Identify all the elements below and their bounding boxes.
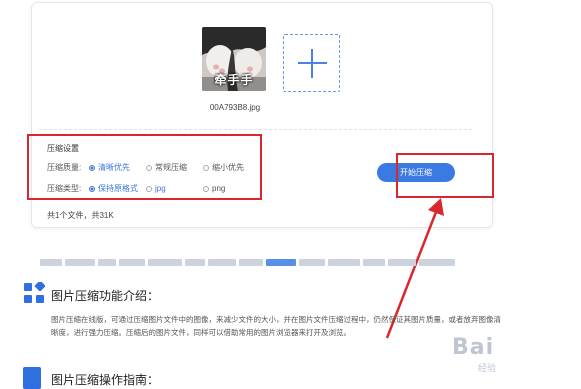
tab[interactable] bbox=[98, 259, 116, 266]
watermark-text: Bai bbox=[452, 335, 495, 360]
file-count: 共1个文件，共31K bbox=[47, 211, 114, 220]
tab[interactable] bbox=[388, 259, 416, 266]
tab[interactable] bbox=[239, 259, 263, 266]
apps-grid-icon bbox=[24, 282, 45, 303]
tab-strip bbox=[40, 259, 480, 266]
tab[interactable] bbox=[185, 259, 205, 266]
divider bbox=[39, 129, 472, 130]
tab[interactable] bbox=[299, 259, 325, 266]
section-title-intro: 图片压缩功能介绍： bbox=[51, 289, 160, 303]
annotation-box-button bbox=[396, 153, 494, 198]
tab[interactable] bbox=[148, 259, 182, 266]
book-icon bbox=[23, 367, 41, 389]
thumbnail-caption: 牵手手 bbox=[214, 73, 254, 87]
image-thumbnail[interactable]: 牵手手 bbox=[202, 27, 266, 91]
tab[interactable] bbox=[208, 259, 236, 266]
file-name: 00A793B8.jpg bbox=[209, 103, 261, 112]
watermark-sub: 经验 bbox=[478, 363, 497, 373]
tab[interactable] bbox=[40, 259, 62, 266]
add-image-button[interactable] bbox=[283, 34, 340, 92]
tab-active[interactable] bbox=[266, 259, 296, 266]
section-title-guide: 图片压缩操作指南： bbox=[51, 373, 160, 387]
tab[interactable] bbox=[119, 259, 145, 266]
tab[interactable] bbox=[363, 259, 385, 266]
section-body-intro: 图片压缩在线版，可通过压缩图片文件中的图像，来减少文件的大小，并在图片文件压缩过… bbox=[51, 315, 501, 337]
tab[interactable] bbox=[419, 259, 455, 266]
annotation-box-settings bbox=[27, 134, 262, 200]
tab[interactable] bbox=[65, 259, 95, 266]
tab[interactable] bbox=[328, 259, 360, 266]
page: 牵手手 00A793B8.jpg 压缩设置 压缩质量: 清晰优先 常规压缩 缩小… bbox=[0, 0, 581, 389]
